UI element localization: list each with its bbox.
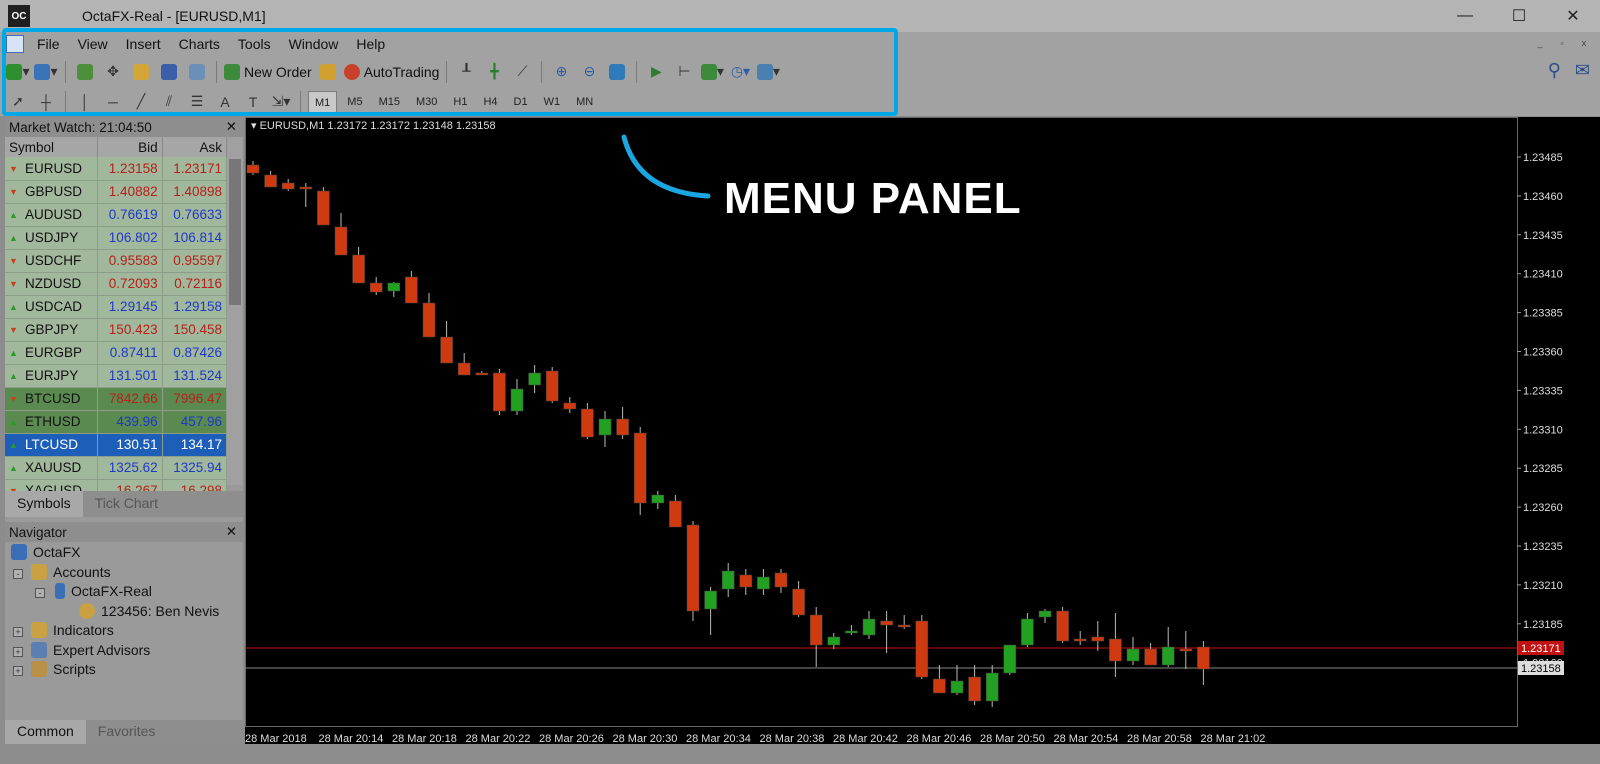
annotation-layer: [621, 134, 711, 199]
annotation-label: MENU PANEL: [724, 174, 1022, 223]
annotation-arrow: [621, 134, 711, 199]
